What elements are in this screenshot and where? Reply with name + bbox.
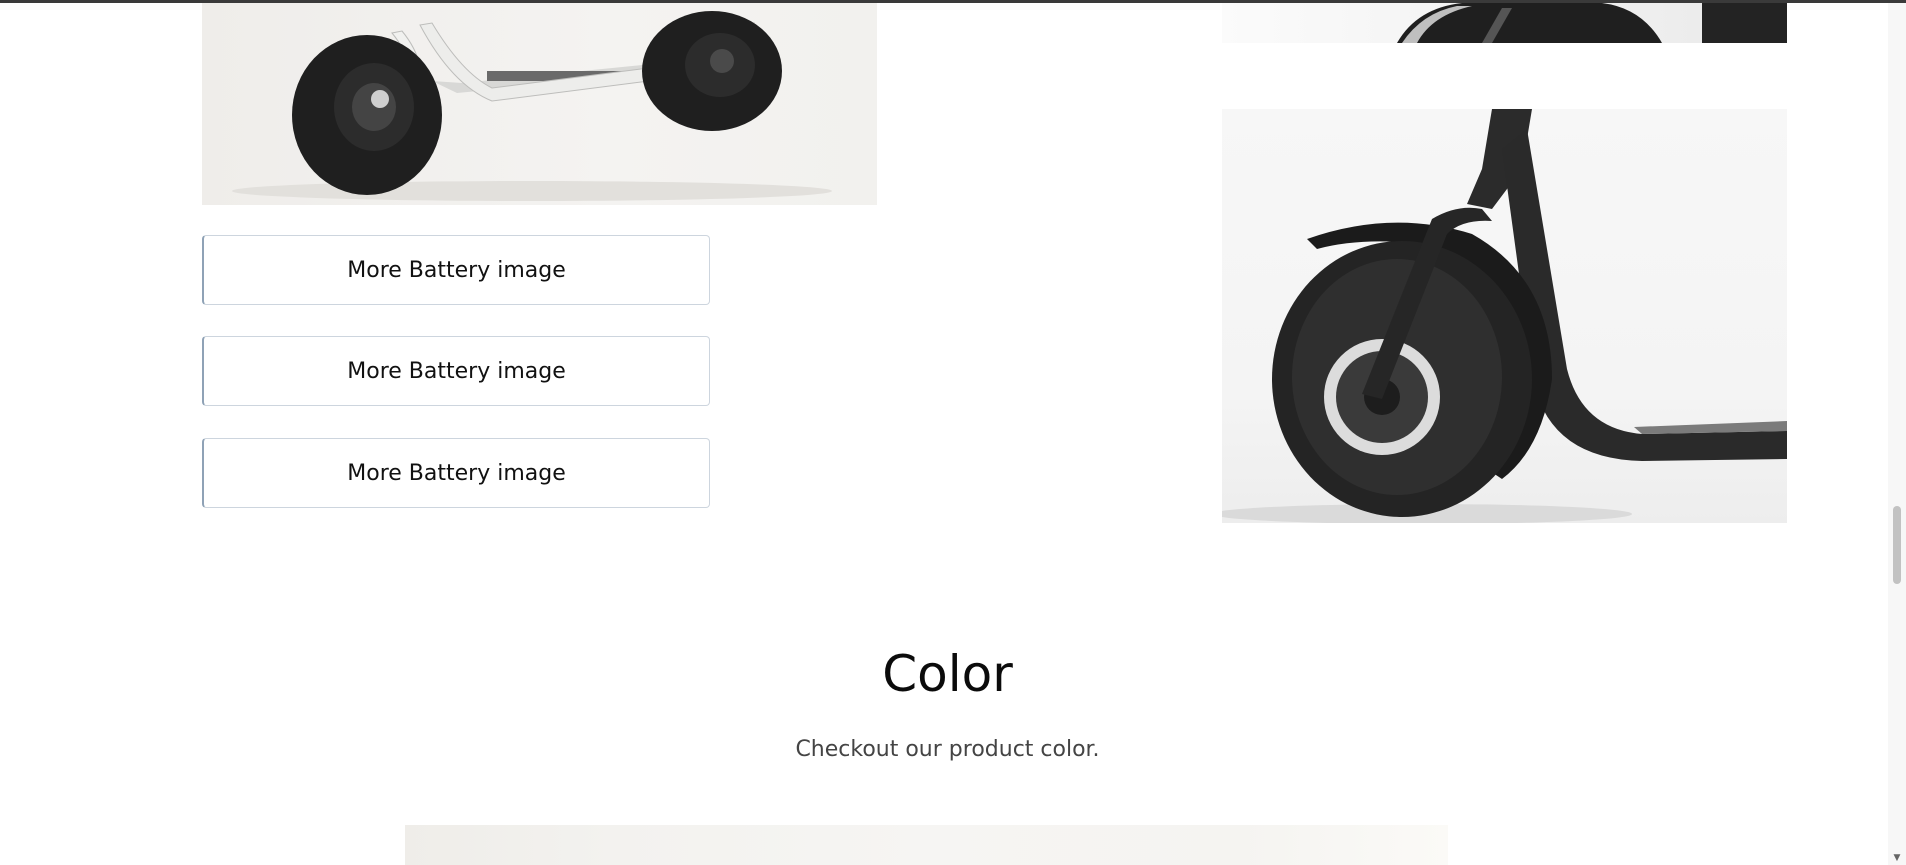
- color-product-image: [405, 825, 1448, 865]
- scooter-rear-wheel-image: [1222, 3, 1787, 43]
- scooter-side-image: [202, 3, 877, 205]
- scooter-front-wheel-image: [1222, 109, 1787, 523]
- scroll-down-arrow-icon[interactable]: ▼: [1892, 853, 1902, 863]
- more-battery-image-button[interactable]: More Battery image: [202, 235, 710, 305]
- more-battery-image-button[interactable]: More Battery image: [202, 336, 710, 406]
- page-scrollbar[interactable]: ▼: [1888, 3, 1906, 865]
- more-battery-image-button[interactable]: More Battery image: [202, 438, 710, 508]
- color-section-subtitle: Checkout our product color.: [795, 737, 1100, 762]
- scrollbar-thumb[interactable]: [1893, 506, 1901, 584]
- color-section-title: Color: [882, 645, 1013, 703]
